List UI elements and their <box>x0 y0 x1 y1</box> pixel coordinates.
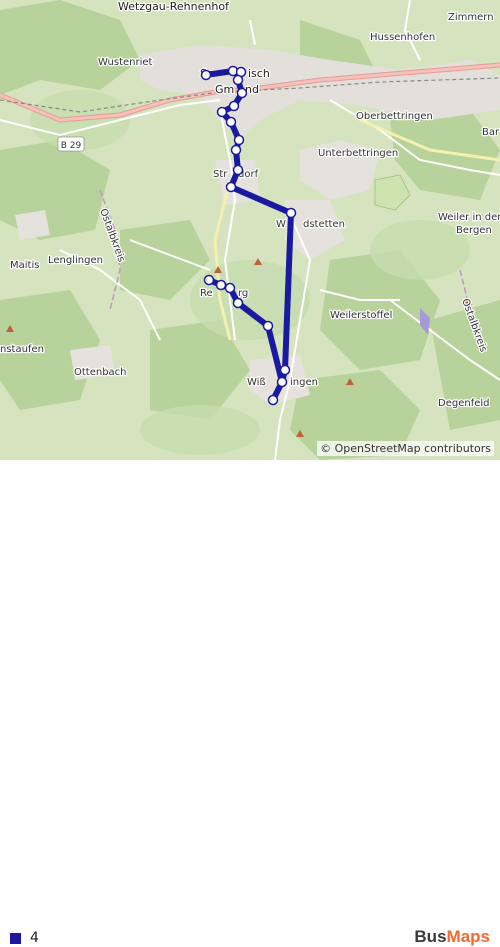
place-label: Weilerstoffel <box>330 310 392 321</box>
bus-stop-marker[interactable] <box>232 297 244 309</box>
map-attribution[interactable]: © OpenStreetMap contributors <box>317 441 494 456</box>
bus-stop-marker[interactable] <box>200 69 212 81</box>
bus-stop-marker[interactable] <box>216 106 228 118</box>
place-label: ingen <box>290 377 318 388</box>
bus-stop-marker[interactable] <box>233 134 245 146</box>
bus-stop-marker[interactable] <box>228 100 240 112</box>
bus-stop-marker[interactable] <box>203 274 215 286</box>
place-label: W <box>276 219 286 230</box>
bus-stop-marker[interactable] <box>232 74 244 86</box>
urban-area <box>15 210 50 240</box>
place-label: Oberbettringen <box>356 111 433 122</box>
place-label: nstaufen <box>0 344 44 355</box>
logo-text-maps: Maps <box>446 927 490 946</box>
busmaps-logo[interactable]: BusMaps <box>414 927 490 947</box>
place-label: Re <box>200 288 213 299</box>
place-label: Zimmern <box>448 12 494 23</box>
bus-stop-marker[interactable] <box>267 394 279 406</box>
place-label: Gm <box>215 83 234 96</box>
place-label: Bergen <box>456 225 492 236</box>
place-label: Weiler in den <box>438 212 500 223</box>
map-canvas: B 29 Wetzgau-Rehnenhof Zimmern Hussenhof… <box>0 0 500 460</box>
place-label: Bar <box>482 127 500 138</box>
bus-stop-marker[interactable] <box>232 164 244 176</box>
bus-stop-marker[interactable] <box>276 376 288 388</box>
place-label: Wiß <box>247 377 266 388</box>
route-line-name: 4 <box>30 930 39 946</box>
place-label: rg <box>238 288 248 299</box>
place-label: Lenglingen <box>48 255 103 266</box>
bus-stop-marker[interactable] <box>225 116 237 128</box>
place-label: Hussenhofen <box>370 32 435 43</box>
place-label: isch <box>248 67 270 80</box>
bus-stop-marker[interactable] <box>279 364 291 376</box>
bus-stop-marker[interactable] <box>285 207 297 219</box>
bus-stop-marker[interactable] <box>224 282 236 294</box>
bus-stop-marker[interactable] <box>236 87 248 99</box>
place-label: Ottenbach <box>74 367 127 378</box>
place-label: Degenfeld <box>438 398 490 409</box>
route-color-swatch <box>10 933 21 944</box>
place-label: Wustenriet <box>98 57 153 68</box>
map-view[interactable]: B 29 Wetzgau-Rehnenhof Zimmern Hussenhof… <box>0 0 500 460</box>
logo-text-bus: Bus <box>414 927 447 946</box>
bus-stop-marker[interactable] <box>225 181 237 193</box>
road-label-b29: B 29 <box>61 141 82 151</box>
bus-stop-marker[interactable] <box>262 320 274 332</box>
map-footer: 4 BusMaps <box>0 460 500 946</box>
place-label: Wetzgau-Rehnenhof <box>118 0 230 13</box>
place-label: Str <box>213 169 228 180</box>
place-label: dstetten <box>303 219 345 230</box>
place-label: Maitis <box>10 260 39 271</box>
bus-stop-marker[interactable] <box>230 144 242 156</box>
place-label: Unterbettringen <box>318 148 398 159</box>
bus-stop-marker[interactable] <box>215 279 227 291</box>
